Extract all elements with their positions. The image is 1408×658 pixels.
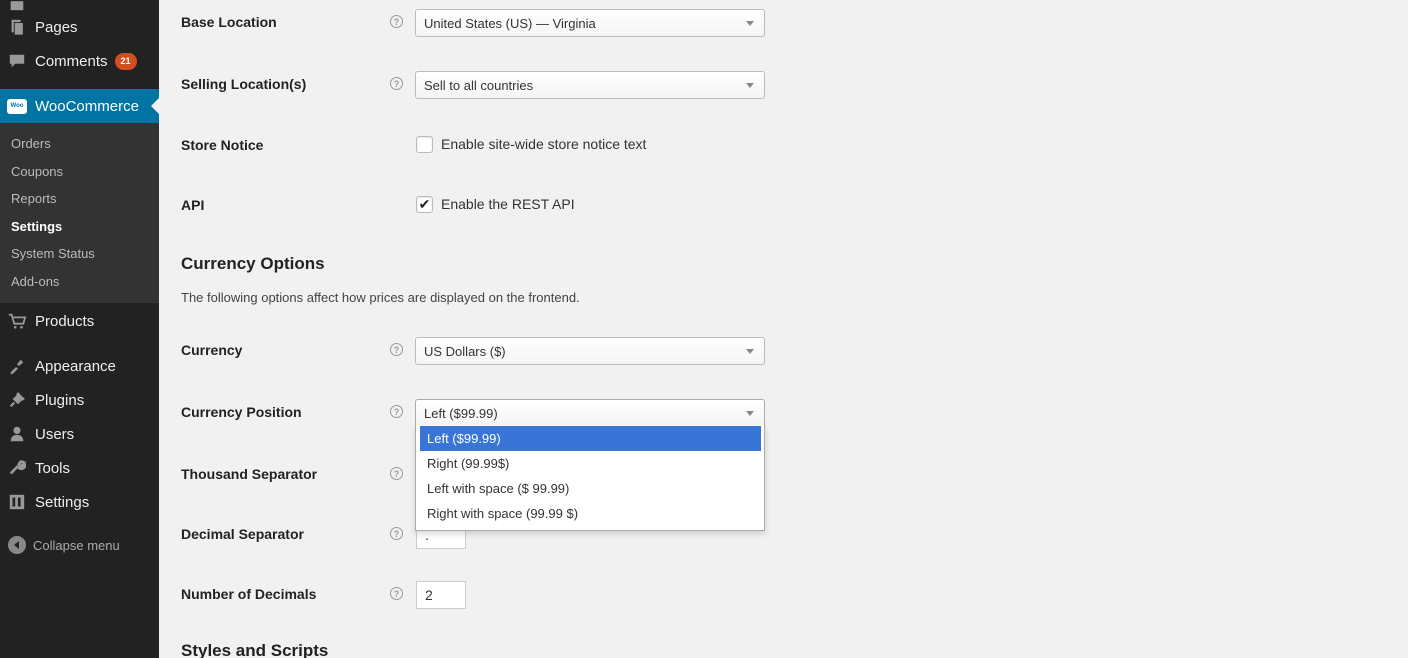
currency-options-description: The following options affect how prices … <box>181 290 580 305</box>
store-notice-label: Store Notice <box>181 137 264 153</box>
plugins-icon <box>7 390 27 410</box>
currency-position-select[interactable]: Left ($99.99) <box>415 399 765 427</box>
sidebar-item-label: Comments <box>35 52 108 70</box>
sidebar-item-pages[interactable]: Pages <box>0 10 159 44</box>
sidebar-item-label: Appearance <box>35 357 116 375</box>
decimal-separator-label: Decimal Separator <box>181 526 304 542</box>
help-icon[interactable]: ? <box>390 77 403 90</box>
pages-icon <box>7 17 27 37</box>
collapse-menu-label: Collapse menu <box>33 537 120 553</box>
sidebar-item-label: Plugins <box>35 391 85 409</box>
users-icon <box>7 424 27 444</box>
sidebar-item-label: Products <box>35 312 95 330</box>
currency-position-label: Currency Position <box>181 404 302 420</box>
submenu-item-add-ons[interactable]: Add-ons <box>11 274 59 289</box>
sidebar-item-comments[interactable]: Comments 21 <box>0 44 159 78</box>
products-icon <box>7 311 27 331</box>
store-notice-checkbox-label[interactable]: Enable site-wide store notice text <box>441 136 646 152</box>
sidebar-item-woocommerce[interactable]: Woo WooCommerce <box>0 89 159 123</box>
checkmark-icon: ✔ <box>418 196 431 212</box>
styles-scripts-heading: Styles and Scripts <box>181 641 329 658</box>
sidebar-item-settings[interactable]: Settings <box>0 485 159 519</box>
sidebar-item-products[interactable]: Products <box>0 304 159 338</box>
base-location-label: Base Location <box>181 14 277 30</box>
dropdown-option-left-space[interactable]: Left with space ($ 99.99) <box>420 476 761 501</box>
settings-icon <box>7 492 27 512</box>
sidebar-item-label: Users <box>35 425 75 443</box>
dropdown-option-right[interactable]: Right (99.99$) <box>420 451 761 476</box>
comments-count-badge: 21 <box>114 52 137 70</box>
api-checkbox-label[interactable]: Enable the REST API <box>441 196 575 212</box>
sidebar-item-label: WooCommerce <box>35 97 139 115</box>
sidebar-item-label: Tools <box>35 459 71 477</box>
sidebar-item-tools[interactable]: Tools <box>0 451 159 485</box>
base-location-select[interactable]: United States (US) — Virginia <box>415 9 765 37</box>
woocommerce-icon: Woo <box>7 96 27 116</box>
current-menu-arrow <box>151 98 159 114</box>
number-of-decimals-input[interactable]: 2 <box>416 581 466 609</box>
currency-value: US Dollars ($) <box>424 343 506 359</box>
base-location-value: United States (US) — Virginia <box>424 15 596 31</box>
submenu-item-orders[interactable]: Orders <box>11 136 51 151</box>
help-icon[interactable]: ? <box>390 527 403 540</box>
currency-position-value: Left ($99.99) <box>424 405 498 421</box>
submenu-item-settings[interactable]: Settings <box>11 219 62 234</box>
selling-locations-select[interactable]: Sell to all countries <box>415 71 765 99</box>
collapse-menu-button[interactable]: Collapse menu <box>8 536 120 554</box>
dropdown-option-right-space[interactable]: Right with space (99.99 $) <box>420 501 761 526</box>
number-of-decimals-value: 2 <box>425 587 433 603</box>
dropdown-arrow-icon <box>746 349 754 354</box>
dropdown-arrow-icon <box>746 83 754 88</box>
collapse-arrow-icon <box>8 536 26 554</box>
thousand-separator-label: Thousand Separator <box>181 466 318 482</box>
sidebar-item-label: Settings <box>35 493 90 511</box>
help-icon[interactable]: ? <box>390 405 403 418</box>
dropdown-arrow-icon <box>746 21 754 26</box>
selling-locations-label: Selling Location(s) <box>181 76 307 92</box>
submenu-item-coupons[interactable]: Coupons <box>11 164 63 179</box>
help-icon[interactable]: ? <box>390 343 403 356</box>
dropdown-arrow-icon <box>746 411 754 416</box>
admin-sidebar: Pages Comments 21 Woo WooCommerce Orders… <box>0 0 159 658</box>
currency-label: Currency <box>181 342 243 358</box>
number-of-decimals-label: Number of Decimals <box>181 586 317 602</box>
dropdown-option-left[interactable]: Left ($99.99) <box>420 426 761 451</box>
currency-position-dropdown: Left ($99.99) Right (99.99$) Left with s… <box>415 425 765 531</box>
currency-options-heading: Currency Options <box>181 254 325 273</box>
help-icon[interactable]: ? <box>390 467 403 480</box>
api-checkbox[interactable]: ✔ <box>416 196 433 213</box>
sidebar-item-label: Pages <box>35 18 78 36</box>
tools-icon <box>7 458 27 478</box>
submenu-item-reports[interactable]: Reports <box>11 191 57 206</box>
sidebar-item-users[interactable]: Users <box>0 417 159 451</box>
help-icon[interactable]: ? <box>390 587 403 600</box>
woocommerce-submenu: Orders Coupons Reports Settings System S… <box>0 123 159 303</box>
appearance-icon <box>7 356 27 376</box>
submenu-item-system-status[interactable]: System Status <box>11 246 95 261</box>
sidebar-item-appearance[interactable]: Appearance <box>0 349 159 383</box>
sidebar-item-plugins[interactable]: Plugins <box>0 383 159 417</box>
selling-locations-value: Sell to all countries <box>424 77 534 93</box>
comments-icon <box>7 51 27 71</box>
api-label: API <box>181 197 205 213</box>
help-icon[interactable]: ? <box>390 15 403 28</box>
currency-select[interactable]: US Dollars ($) <box>415 337 765 365</box>
store-notice-checkbox[interactable] <box>416 136 433 153</box>
